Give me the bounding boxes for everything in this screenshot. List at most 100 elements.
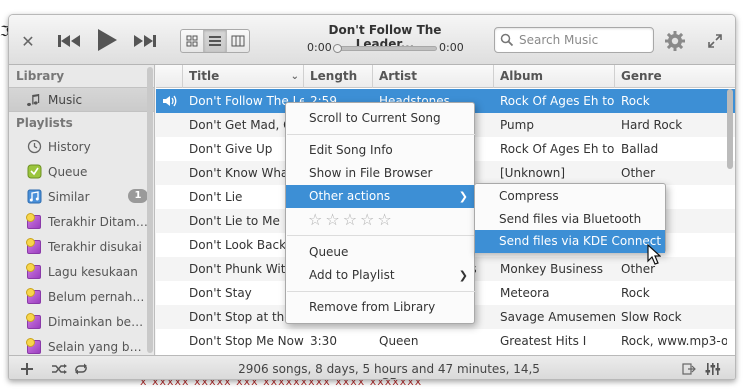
previous-button[interactable] (55, 29, 83, 53)
menu-item-add-to-playlist[interactable]: Add to Playlist ❯ (286, 264, 474, 287)
cell-artist: Queen (379, 334, 419, 348)
column-header-label: Length (310, 69, 358, 83)
rating-stars[interactable]: ☆ ☆ ☆ ☆ ☆ (308, 211, 392, 229)
star-icon[interactable]: ☆ (360, 211, 374, 229)
star-icon[interactable]: ☆ (325, 211, 339, 229)
menu-item-show-in-file-browser[interactable]: Show in File Browser (286, 162, 474, 185)
close-icon: ✕ (21, 31, 35, 51)
star-icon[interactable]: ☆ (377, 211, 391, 229)
cell-album: Rock Of Ages Eh to Z (500, 142, 615, 156)
equalizer-button[interactable] (703, 360, 723, 378)
play-button[interactable] (93, 25, 121, 55)
next-button[interactable] (131, 29, 159, 53)
column-header-label: Artist (379, 69, 417, 83)
table-row[interactable]: Don't Stop Me Now 3:30 Queen Greatest Hits … (156, 329, 735, 353)
search-field[interactable] (494, 27, 654, 53)
mouse-pointer-icon (647, 244, 661, 265)
menu-item-send-via-kde-connect[interactable]: Send files via KDE Connect (475, 230, 665, 253)
similar-count-badge: 1 (128, 189, 148, 203)
menu-item-edit-song-info[interactable]: Edit Song Info (286, 139, 474, 162)
repeat-button[interactable] (71, 360, 91, 378)
sidebar-scrollbar[interactable] (147, 67, 153, 353)
column-header-genre[interactable]: Genre (615, 65, 735, 88)
column-header-length[interactable]: Length (304, 65, 373, 88)
sidebar-item-recently-liked[interactable]: Terakhir disukai (9, 234, 154, 259)
add-icon (21, 363, 33, 375)
library-header: Library (16, 69, 65, 83)
cell-title: Don't Stop Me Now (189, 334, 304, 348)
search-input[interactable] (519, 33, 649, 47)
equalizer-icon (705, 363, 721, 375)
menu-item-compress[interactable]: Compress (475, 185, 665, 208)
column-header-label: Album (500, 69, 544, 83)
sidebar-item-similar[interactable]: Similar 1 (9, 184, 154, 209)
sidebar-item-favorite-songs[interactable]: Lagu kesukaan (9, 259, 154, 284)
sidebar-item-label: Music (48, 92, 83, 107)
menu-separator (287, 134, 475, 135)
star-icon[interactable]: ☆ (308, 211, 322, 229)
grid-view-button[interactable] (181, 30, 204, 52)
other-actions-submenu: Compress Send files via Bluetooth Send f… (474, 183, 666, 253)
sidebar-item-not-recent[interactable]: Selain yang baru (9, 334, 154, 355)
sidebar-item-label: Similar (48, 189, 90, 204)
grid-view-icon (186, 35, 198, 47)
smart-playlist-icon (26, 312, 42, 330)
list-view-button[interactable] (204, 30, 227, 52)
cell-album: Rock Of Ages Eh to Z (500, 94, 615, 108)
playlists-header: Playlists (16, 116, 73, 130)
sidebar-item-music[interactable]: Music (9, 87, 154, 112)
cell-genre: Rock, www.mp3-ogg (621, 334, 727, 348)
menu-item-send-via-bluetooth[interactable]: Send files via Bluetooth (475, 208, 665, 231)
smart-playlist-icon (26, 212, 42, 230)
cell-genre: Slow Rock (621, 310, 682, 324)
column-header-label: Title (189, 69, 220, 83)
column-header-title[interactable]: Title ⌄ (183, 65, 304, 88)
menu-item-queue[interactable]: Queue (286, 241, 474, 264)
cell-genre: Hard Rock (621, 118, 683, 132)
sidebar-item-over-played[interactable]: Dimainkan berulang (9, 309, 154, 334)
seek-handle[interactable] (333, 44, 342, 53)
sidebar-item-label: Belum pernah didengar (48, 289, 148, 304)
chevron-right-icon: ❯ (458, 190, 468, 203)
cell-length: 3:30 (310, 334, 337, 348)
column-view-button[interactable] (227, 30, 249, 52)
cell-genre: Other (621, 166, 656, 180)
seek-bar[interactable] (333, 44, 437, 53)
table-scrollbar[interactable] (727, 89, 733, 169)
menu-item-scroll-to-current[interactable]: Scroll to Current Song (286, 107, 474, 130)
fullscreen-button[interactable] (705, 31, 725, 51)
cell-album: Savage Amusement (500, 310, 615, 324)
queue-icon (26, 164, 42, 180)
shuffle-icon (52, 364, 67, 374)
eject-button[interactable] (679, 360, 699, 378)
cell-genre: Rock (621, 94, 650, 108)
repeat-icon (75, 363, 87, 375)
settings-button[interactable] (661, 27, 689, 55)
add-playlist-button[interactable] (17, 360, 37, 378)
menu-separator (287, 291, 475, 292)
menu-item-other-actions[interactable]: Other actions ❯ (286, 185, 474, 208)
column-header-status[interactable] (156, 65, 183, 88)
sidebar-item-label: Queue (48, 164, 88, 179)
sidebar-item-queue[interactable]: Queue (9, 159, 154, 184)
cell-album: Monkey Business (500, 262, 604, 276)
column-view-icon (231, 35, 245, 47)
cell-album: [Unknown] (500, 166, 566, 180)
cell-album: Greatest Hits I (500, 334, 587, 348)
close-button[interactable]: ✕ (17, 31, 39, 51)
menu-separator (287, 235, 475, 236)
skip-forward-icon (134, 35, 156, 47)
menu-item-remove-from-library[interactable]: Remove from Library (286, 296, 474, 319)
star-icon[interactable]: ☆ (343, 211, 357, 229)
cell-genre: Rock (621, 286, 650, 300)
sidebar-item-history[interactable]: History (9, 134, 154, 159)
cell-album: Pump (500, 118, 534, 132)
similar-icon (26, 189, 42, 205)
search-icon (495, 33, 519, 47)
column-header-artist[interactable]: Artist (373, 65, 494, 88)
smart-playlist-icon (26, 237, 42, 255)
sidebar-item-recently-added[interactable]: Terakhir Ditambahkan (9, 209, 154, 234)
sidebar-item-never-played[interactable]: Belum pernah didengar (9, 284, 154, 309)
column-header-album[interactable]: Album (494, 65, 615, 88)
shuffle-button[interactable] (49, 360, 69, 378)
